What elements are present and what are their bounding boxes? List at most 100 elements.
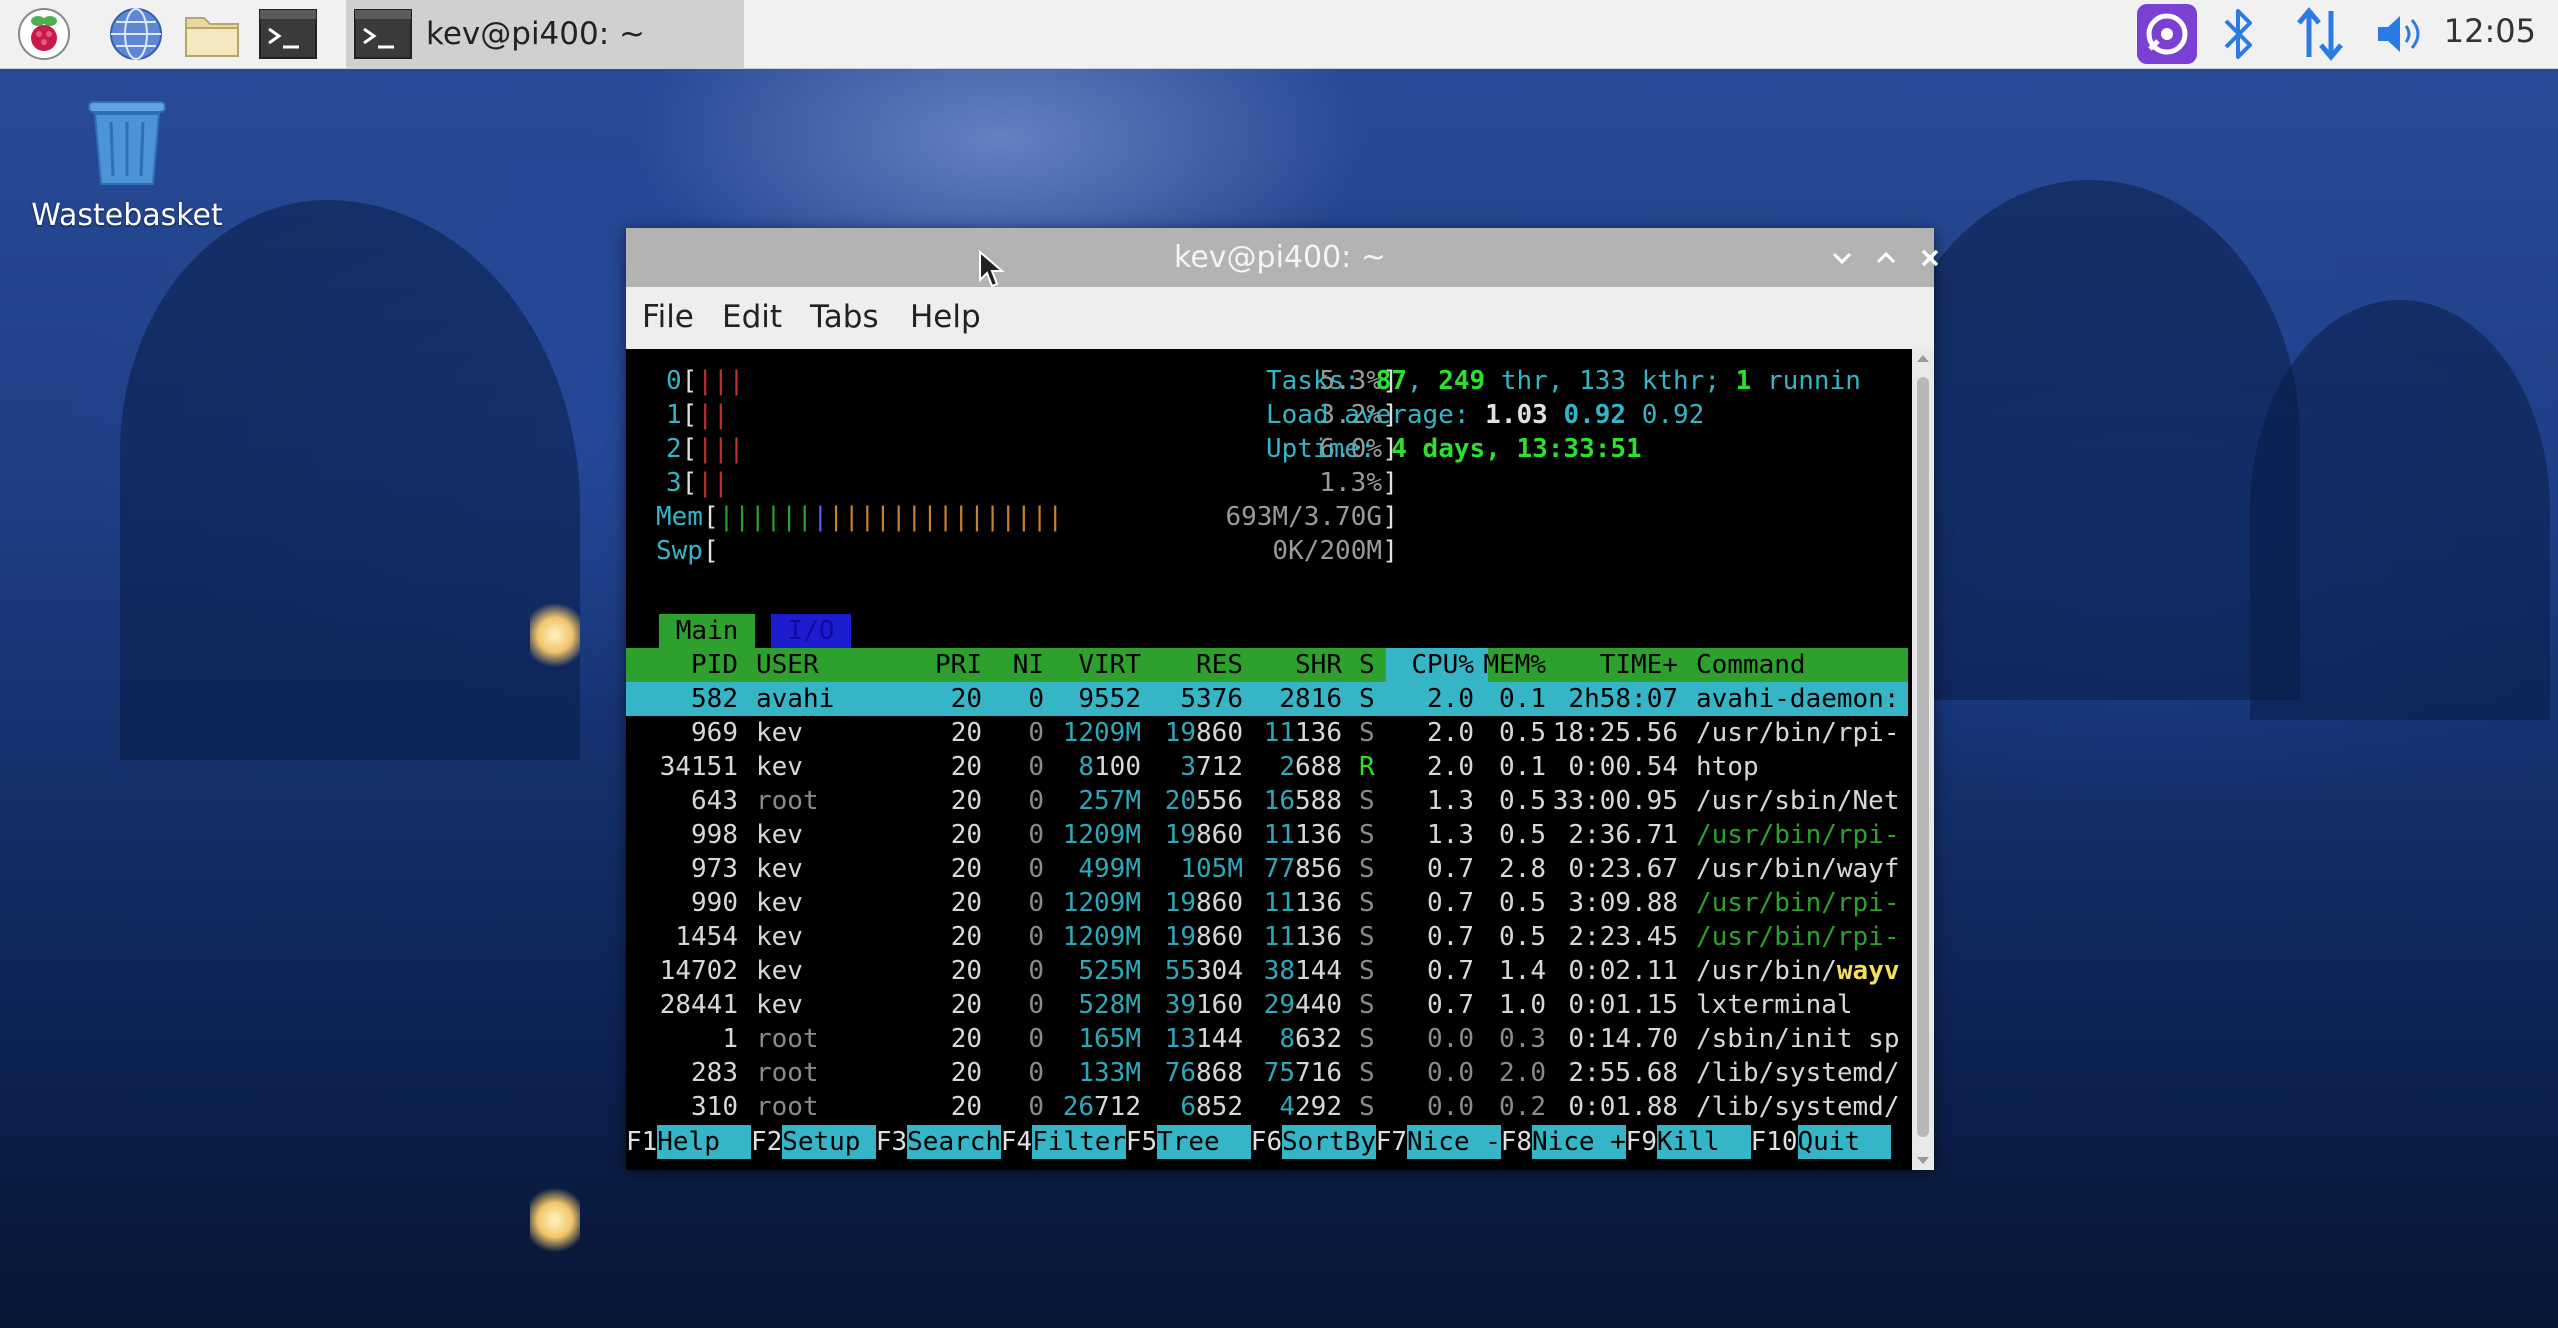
menu-file[interactable]: File — [642, 299, 694, 335]
minimize-button[interactable] — [1822, 238, 1862, 278]
process-shr: 16588 — [1264, 784, 1342, 818]
process-res-value: 105M — [1180, 854, 1243, 884]
taskbar-window-button[interactable]: kev@pi400: ~ — [346, 0, 744, 68]
column-header-pid[interactable]: PID — [691, 648, 738, 682]
cpu-meter-bar: || — [697, 468, 729, 498]
column-header-s[interactable]: S — [1359, 648, 1375, 682]
process-pri: 20 — [950, 786, 982, 816]
process-pid: 990 — [691, 888, 738, 918]
htop-screen[interactable]: 0[||| 5.3%] 1[|| 3.2%] 2[||| 6.0%] 3[|| 1.3%] Me… — [626, 349, 1912, 1170]
process-row[interactable]: 990 kev 20 0 1209M 19860 11136 S 0.7 0.5 3:09.88/u… — [626, 886, 1908, 920]
digits-units: 136 — [1295, 888, 1342, 918]
column-header-ni[interactable]: NI — [1013, 648, 1044, 682]
memory-bar-cache: ||||||||||||||| — [828, 502, 1064, 532]
column-header-user[interactable]: USER — [756, 648, 819, 682]
process-mem: 0.5 — [1499, 820, 1546, 850]
column-header-res[interactable]: RES — [1196, 648, 1243, 682]
digits-units: 136 — [1295, 718, 1342, 748]
column-header-cpu[interactable]: CPU% — [1411, 648, 1474, 682]
process-row[interactable]: 969 kev 20 0 1209M 19860 11136 S 2.0 0.5 18:25.56 /… — [626, 716, 1908, 750]
column-header-pri[interactable]: PRI — [935, 648, 982, 682]
process-pid: 1454 — [675, 922, 738, 952]
mountain-silhouette — [120, 200, 580, 760]
tab-main[interactable]: Main — [659, 614, 755, 648]
function-key-label-f9[interactable]: Kill — [1656, 1125, 1751, 1159]
htop-tabs: Main I/O — [626, 614, 1026, 648]
digits-thousands: 11 — [1263, 922, 1296, 952]
raspberry-connect-icon[interactable] — [2134, 4, 2200, 64]
process-pid: 973 — [691, 854, 738, 884]
function-key-label-f4[interactable]: Filter — [1032, 1125, 1126, 1159]
function-key-label-f8[interactable]: Nice + — [1531, 1125, 1626, 1159]
file-manager-icon[interactable] — [182, 4, 242, 64]
function-key-label-f3[interactable]: Search — [907, 1125, 1001, 1159]
lantern-glow — [530, 1185, 580, 1255]
column-header-cmd[interactable]: Command — [1696, 648, 1806, 682]
process-row[interactable]: 28441 kev 20 0 528M 39160 29440 S 0.7 1.0 0:01.15 l… — [626, 988, 1908, 1022]
column-header-virt[interactable]: VIRT — [1078, 648, 1141, 682]
swap-meter-value: 0K/200M — [1272, 536, 1382, 566]
column-header-time[interactable]: TIME+ — [1600, 648, 1678, 682]
scroll-down-arrow-icon[interactable] — [1916, 1156, 1930, 1166]
bluetooth-icon[interactable] — [2214, 4, 2264, 64]
maximize-button[interactable] — [1866, 238, 1906, 278]
close-button[interactable] — [1910, 238, 1950, 278]
scrollbar-thumb[interactable] — [1917, 377, 1929, 1137]
function-key-label-f6[interactable]: SortBy — [1282, 1125, 1376, 1159]
process-row[interactable]: 1454 kev 20 0 1209M 19860 11136 S 0.7 0.5 2:23.45 /… — [626, 920, 1908, 954]
terminal-launcher-icon[interactable] — [258, 4, 318, 64]
process-row[interactable]: 643 root 20 0 257M 20556 16588 S 1.3 0.5 33:00.95/… — [626, 784, 1908, 818]
clock[interactable]: 12:05 — [2444, 12, 2536, 50]
swap-meter: Swp[0K/200M] — [656, 534, 1406, 568]
process-time: 2h58:07 — [1568, 684, 1678, 714]
digits-thousands: 75 — [1263, 1058, 1296, 1088]
column-header-mem[interactable]: MEM% — [1483, 648, 1546, 682]
process-row[interactable]: 973 kev 20 0 499M 105M 77856 S 0.7 2.8 0:23.67/usr… — [626, 852, 1908, 886]
process-virt-value: 133M — [1078, 1058, 1141, 1088]
process-time: 0:01.88 — [1568, 1092, 1678, 1122]
command-basename: wayv — [1836, 956, 1900, 986]
process-row[interactable]: 1 root 20 0 165M 13144 8632 S 0.0 0.3 0:14.70/sbin… — [626, 1022, 1908, 1056]
menu-help[interactable]: Help — [910, 299, 981, 335]
network-icon[interactable] — [2290, 4, 2350, 64]
function-key-f8: F8 — [1500, 1127, 1533, 1157]
tab-io[interactable]: I/O — [771, 614, 851, 648]
process-row[interactable]: 283 root 20 0 133M 76868 75716 S 0.0 2.0 2:55.68/l… — [626, 1056, 1908, 1090]
process-ni: 0 — [1028, 854, 1044, 884]
vertical-scrollbar[interactable] — [1912, 349, 1934, 1170]
process-row[interactable]: 14702 kev 20 0 525M 55304 38144 S 0.7 1.4 0:02.11 /… — [626, 954, 1908, 988]
process-user: kev — [756, 990, 803, 1020]
process-time: 33:00.95 — [1552, 786, 1678, 816]
menu-edit[interactable]: Edit — [722, 299, 782, 335]
process-user: kev — [756, 752, 803, 782]
function-key-label-f5[interactable]: Tree — [1157, 1125, 1251, 1159]
process-cpu: 2.0 — [1427, 752, 1474, 782]
process-time: 0:00.54 — [1568, 752, 1678, 782]
process-cmd: /usr/sbin/Net — [1696, 786, 1900, 816]
function-key-label-f10[interactable]: Quit — [1797, 1125, 1892, 1159]
menu-tabs[interactable]: Tabs — [810, 299, 879, 335]
process-s: S — [1359, 684, 1375, 714]
column-header-shr[interactable]: SHR — [1295, 648, 1342, 682]
process-row[interactable]: 998 kev 20 0 1209M 19860 11136 S 1.3 0.5 2:36.71/u… — [626, 818, 1908, 852]
window-titlebar[interactable]: kev@pi400: ~ — [626, 228, 1939, 287]
digits-units: 136 — [1295, 922, 1342, 952]
process-cmd: avahi-daemon: — [1696, 684, 1900, 714]
function-key-label-f2[interactable]: Setup — [782, 1125, 876, 1159]
scroll-up-arrow-icon[interactable] — [1916, 353, 1930, 363]
process-pri: 20 — [950, 1092, 982, 1122]
raspberry-menu-icon[interactable] — [14, 4, 74, 64]
web-browser-icon[interactable] — [106, 4, 166, 64]
load-1min: 1.03 — [1485, 400, 1564, 430]
process-shr: 8632 — [1279, 1022, 1342, 1056]
process-row[interactable]: 34151 kev 20 0 8100 3712 2688 R 2.0 0.1 0:00.54 hto… — [626, 750, 1908, 784]
digits-units: 860 — [1196, 922, 1243, 952]
function-key-label-f1[interactable]: Help — [657, 1125, 751, 1159]
process-row[interactable]: 310 root 20 0 26712 6852 4292 S 0.0 0.2 0:01.88/li… — [626, 1090, 1908, 1124]
process-row[interactable]: 582 avahi 20 0 9552 5376 2816 S 2.0 0.1 2h58:07 ava… — [626, 682, 1908, 716]
volume-icon[interactable] — [2370, 4, 2430, 64]
digits-thousands: 2 — [1279, 752, 1296, 782]
function-key-label-f7[interactable]: Nice - — [1407, 1125, 1501, 1159]
wastebasket-desktop-icon[interactable]: Wastebasket — [22, 96, 232, 233]
process-s: S — [1359, 888, 1375, 918]
